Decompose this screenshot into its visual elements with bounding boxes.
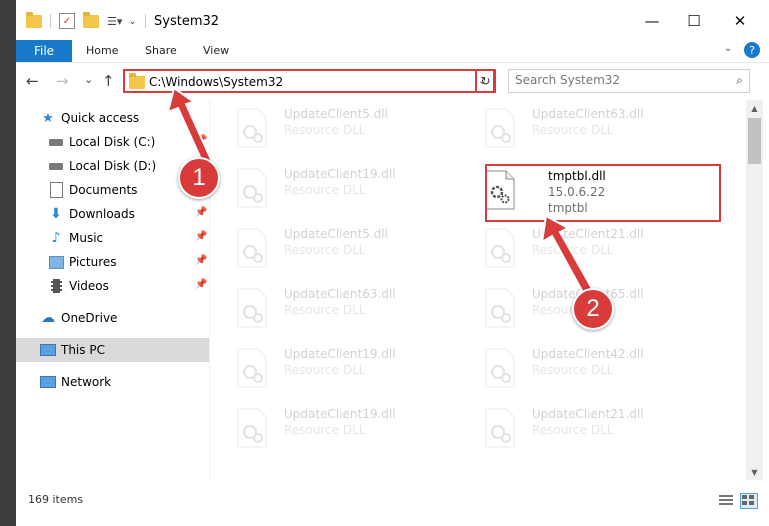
callout-badge-2: 2: [572, 288, 614, 330]
callout-arrow-2: [540, 214, 596, 300]
callout-badge-1: 1: [178, 157, 220, 199]
callout-arrows: [166, 86, 596, 300]
